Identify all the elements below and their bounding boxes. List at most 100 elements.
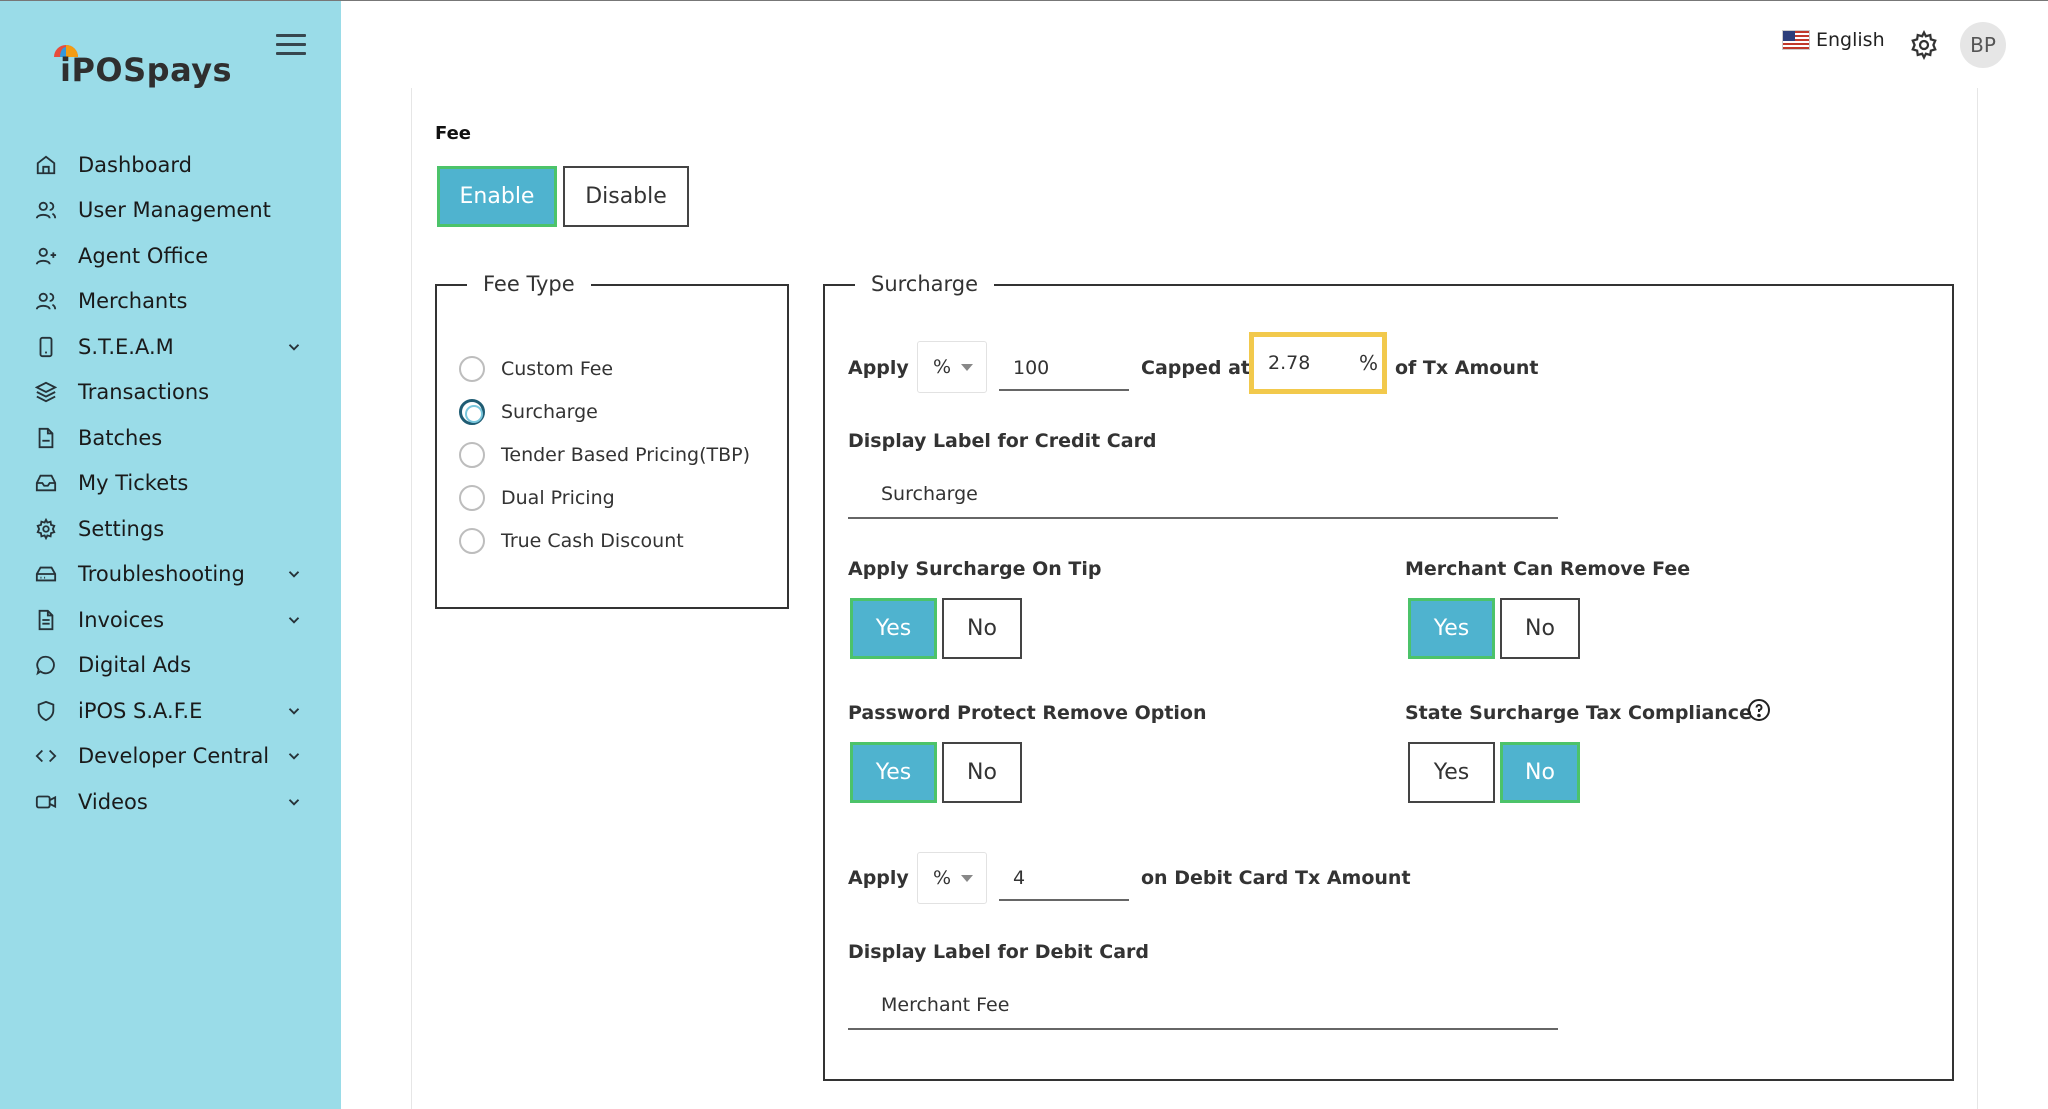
layers-icon: [34, 380, 58, 404]
state-compliance-yes-button[interactable]: Yes: [1408, 742, 1495, 803]
chevron-down-icon[interactable]: [285, 793, 303, 811]
fee-enable-button[interactable]: Enable: [437, 166, 557, 227]
capped-at-field[interactable]: %: [1249, 332, 1387, 394]
chevron-down-icon[interactable]: [285, 611, 303, 629]
caret-down-icon: [961, 874, 974, 882]
sidebar-item-settings[interactable]: Settings: [0, 506, 341, 552]
sidebar-item-label: Batches: [78, 425, 163, 450]
radio-button-checked[interactable]: [459, 399, 485, 425]
sidebar-item-agent-office[interactable]: Agent Office: [0, 233, 341, 279]
sidebar-item-developer-central[interactable]: Developer Central: [0, 734, 341, 780]
credit-card-label-input[interactable]: [848, 471, 1558, 519]
chevron-down-icon[interactable]: [285, 338, 303, 356]
sidebar-item-my-tickets[interactable]: My Tickets: [0, 461, 341, 507]
surcharge-legend: Surcharge: [855, 272, 995, 296]
apply-percent-input[interactable]: [999, 347, 1129, 391]
chevron-down-icon[interactable]: [285, 747, 303, 765]
code-icon: [34, 744, 58, 768]
sidebar-item-label: Digital Ads: [78, 653, 192, 678]
file-icon: [34, 426, 58, 450]
debit-percent-input[interactable]: [999, 857, 1129, 901]
capped-unit: %: [1358, 351, 1378, 375]
radio-label: Custom Fee: [501, 358, 614, 380]
sidebar-item-videos[interactable]: Videos: [0, 779, 341, 825]
debit-apply-label: Apply: [848, 867, 909, 889]
merchant-remove-fee-title: Merchant Can Remove Fee: [1405, 558, 1691, 580]
user-plus-icon: [34, 244, 58, 268]
merchant-remove-no-button[interactable]: No: [1500, 598, 1580, 659]
sidebar-item-label: Troubleshooting: [78, 562, 245, 587]
fee-type-legend: Fee Type: [467, 272, 591, 296]
debit-unit-value: %: [933, 867, 952, 889]
apply-on-tip-no-button[interactable]: No: [942, 598, 1022, 659]
language-label: English: [1816, 29, 1885, 51]
chevron-down-icon[interactable]: [285, 702, 303, 720]
sidebar-item-ipos-safe[interactable]: iPOS S.A.F.E: [0, 688, 341, 734]
sidebar-item-steam[interactable]: S.T.E.A.M: [0, 324, 341, 370]
radio-button[interactable]: [459, 528, 485, 554]
hamburger-menu-icon[interactable]: [276, 34, 306, 58]
sidebar-item-label: Settings: [78, 516, 165, 541]
sidebar-item-dashboard[interactable]: Dashboard: [0, 142, 341, 188]
file-text-icon: [34, 608, 58, 632]
fee-type-option-custom-fee[interactable]: Custom Fee: [459, 356, 613, 382]
sidebar-item-label: Agent Office: [78, 243, 209, 268]
sidebar-item-label: Dashboard: [78, 152, 192, 177]
apply-unit-select[interactable]: %: [917, 341, 987, 393]
fee-label: Fee: [435, 123, 471, 144]
radio-label: True Cash Discount: [501, 530, 684, 552]
sidebar-item-batches[interactable]: Batches: [0, 415, 341, 461]
debit-card-label-input[interactable]: [848, 982, 1558, 1030]
sidebar-nav: Dashboard User Management Agent Office M…: [0, 142, 341, 825]
debit-card-label-title: Display Label for Debit Card: [848, 941, 1149, 963]
apply-on-tip-yes-button[interactable]: Yes: [850, 598, 937, 659]
chevron-down-icon[interactable]: [285, 565, 303, 583]
sidebar-item-user-management[interactable]: User Management: [0, 188, 341, 234]
fee-type-option-dual-pricing[interactable]: Dual Pricing: [459, 485, 615, 511]
radio-button[interactable]: [459, 442, 485, 468]
capped-at-label: Capped at: [1141, 357, 1250, 379]
sidebar-item-digital-ads[interactable]: Digital Ads: [0, 643, 341, 689]
avatar[interactable]: BP: [1960, 22, 2006, 68]
users-icon: [34, 289, 58, 313]
chat-bubble-icon: [34, 653, 58, 677]
radio-label: Dual Pricing: [501, 487, 615, 509]
password-protect-yes-button[interactable]: Yes: [850, 742, 937, 803]
fee-type-option-true-cash-discount[interactable]: True Cash Discount: [459, 528, 684, 554]
sidebar-item-label: Merchants: [78, 289, 188, 314]
state-compliance-no-button[interactable]: No: [1500, 742, 1580, 803]
sidebar-item-merchants[interactable]: Merchants: [0, 279, 341, 325]
apply-label: Apply: [848, 357, 909, 379]
radio-button[interactable]: [459, 485, 485, 511]
password-protect-title: Password Protect Remove Option: [848, 702, 1207, 724]
sidebar-item-invoices[interactable]: Invoices: [0, 597, 341, 643]
tablet-icon: [34, 335, 58, 359]
sidebar-item-transactions[interactable]: Transactions: [0, 370, 341, 416]
sidebar-item-label: Transactions: [78, 380, 210, 405]
settings-gear-icon[interactable]: [1909, 29, 1939, 61]
gear-icon: [34, 517, 58, 541]
ipospays-logo[interactable]: iPOSpays: [48, 41, 232, 93]
logo-text: iPOSpays: [60, 51, 233, 89]
apply-on-tip-title: Apply Surcharge On Tip: [848, 558, 1102, 580]
fee-disable-button[interactable]: Disable: [563, 166, 689, 227]
fee-type-option-surcharge[interactable]: Surcharge: [459, 399, 598, 425]
caret-down-icon: [961, 363, 974, 371]
credit-card-label-title: Display Label for Credit Card: [848, 430, 1157, 452]
merchant-remove-yes-button[interactable]: Yes: [1408, 598, 1495, 659]
radio-button[interactable]: [459, 356, 485, 382]
password-protect-no-button[interactable]: No: [942, 742, 1022, 803]
sidebar-item-troubleshooting[interactable]: Troubleshooting: [0, 552, 341, 598]
help-circle-icon[interactable]: [1747, 698, 1771, 722]
sidebar-item-label: Invoices: [78, 607, 165, 632]
video-icon: [34, 790, 58, 814]
debit-unit-select[interactable]: %: [917, 852, 987, 904]
shield-icon: [34, 699, 58, 723]
apply-unit-value: %: [933, 356, 952, 378]
capped-at-input[interactable]: [1268, 352, 1348, 374]
language-selector[interactable]: English: [1782, 29, 1885, 51]
fee-type-option-tbp[interactable]: Tender Based Pricing(TBP): [459, 442, 750, 468]
sidebar-item-label: Developer Central: [78, 744, 270, 769]
home-icon: [34, 153, 58, 177]
sidebar-item-label: User Management: [78, 198, 271, 223]
